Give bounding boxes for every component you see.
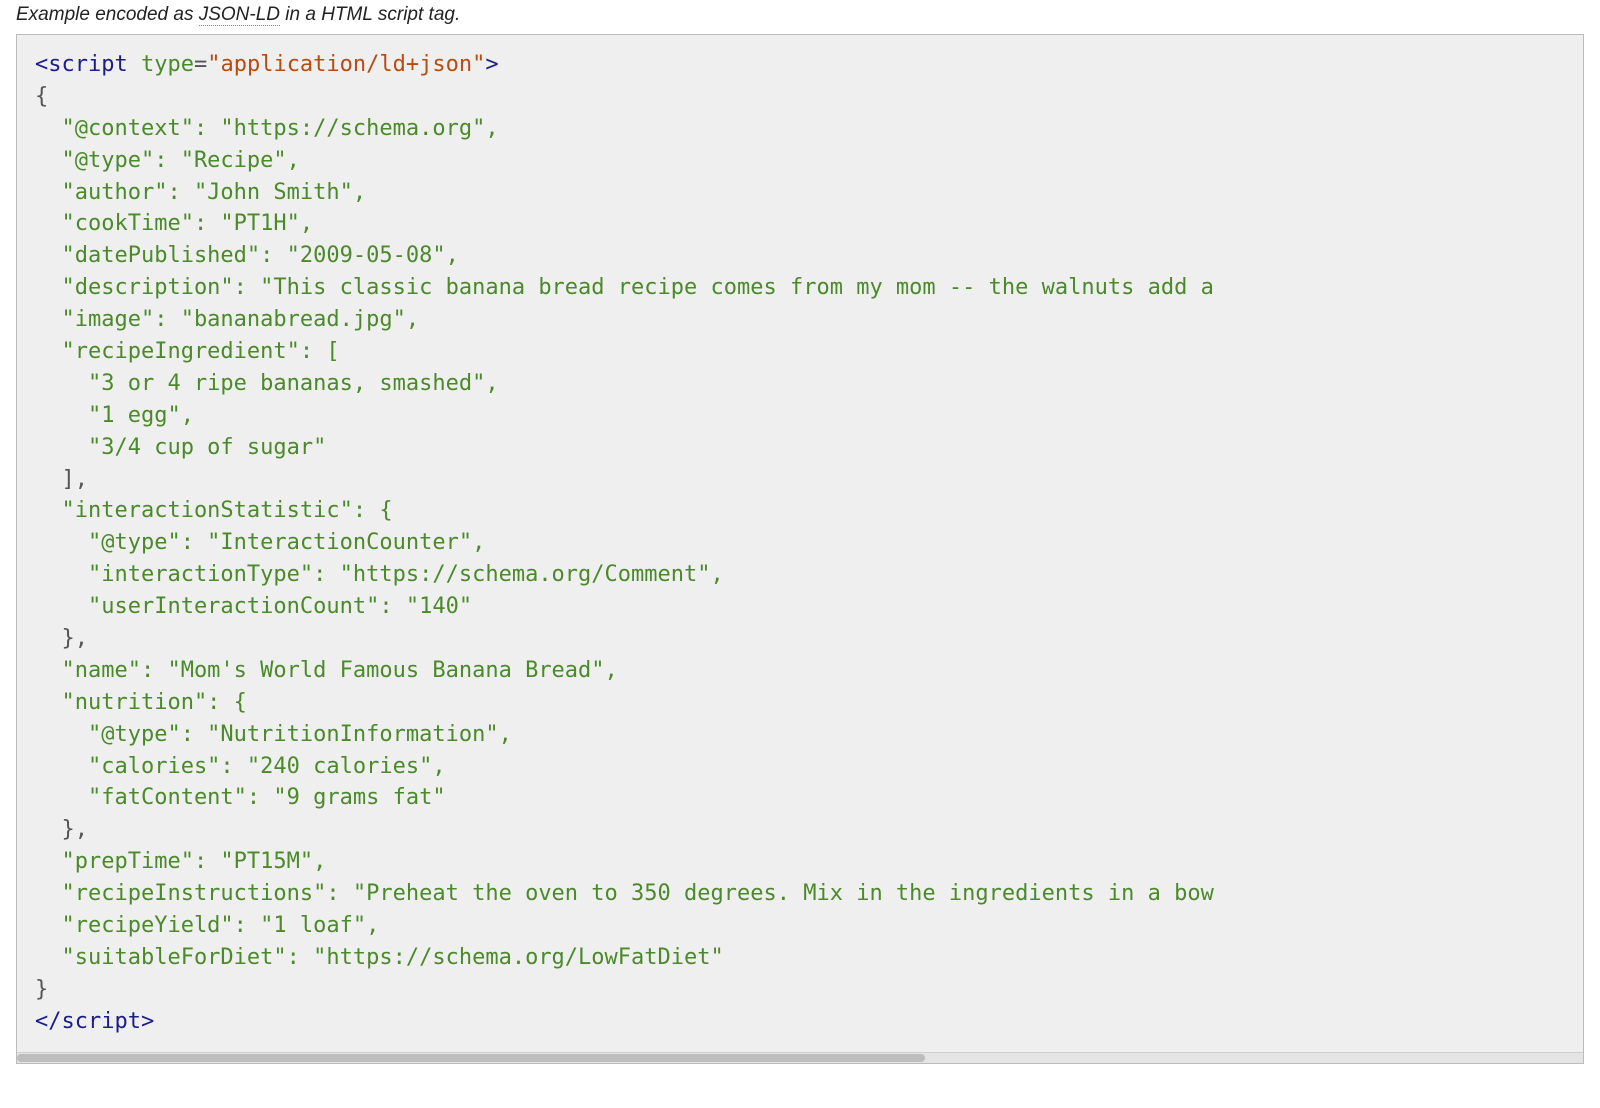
json-line: "interactionType": "https://schema.org/C…	[35, 562, 724, 587]
json-line: "recipeInstructions": "Preheat the oven …	[35, 881, 1214, 906]
json-line: },	[35, 626, 88, 651]
json-line: "datePublished": "2009-05-08",	[35, 243, 459, 268]
json-line: "calories": "240 calories",	[35, 754, 446, 779]
json-line: "@type": "InteractionCounter",	[35, 530, 485, 555]
json-line: },	[35, 817, 88, 842]
open-tag-attr-value: "application/ld+json"	[207, 52, 485, 77]
json-line: "userInteractionCount": "140"	[35, 594, 472, 619]
code-example-box: <script type="application/ld+json"> { "@…	[16, 34, 1584, 1064]
json-line: ],	[35, 467, 88, 492]
jsonld-abbr: JSON-LD	[199, 4, 280, 26]
json-line: "3/4 cup of sugar"	[35, 435, 326, 460]
json-line: "@type": "Recipe",	[35, 148, 300, 173]
json-line: "recipeIngredient": [	[35, 339, 340, 364]
caption-prefix: Example encoded as	[16, 4, 199, 25]
open-tag-attr-name: type	[141, 52, 194, 77]
close-tag-gt: >	[141, 1009, 154, 1034]
horizontal-scrollbar[interactable]	[17, 1052, 1583, 1063]
json-line: "image": "bananabread.jpg",	[35, 307, 419, 332]
json-line: "name": "Mom's World Famous Banana Bread…	[35, 658, 618, 683]
json-line: "3 or 4 ripe bananas, smashed",	[35, 371, 499, 396]
json-line: "author": "John Smith",	[35, 180, 366, 205]
json-line: "cookTime": "PT1H",	[35, 211, 313, 236]
open-tag-eq: =	[194, 52, 207, 77]
json-line: "interactionStatistic": {	[35, 498, 393, 523]
json-line: "suitableForDiet": "https://schema.org/L…	[35, 945, 724, 970]
json-line: "@context": "https://schema.org",	[35, 116, 499, 141]
open-tag-gt: >	[485, 52, 498, 77]
code-block: <script type="application/ld+json"> { "@…	[17, 35, 1583, 1052]
json-line: }	[35, 977, 48, 1002]
example-caption: Example encoded as JSON-LD in a HTML scr…	[0, 0, 1600, 34]
open-tag-name: script	[48, 52, 127, 77]
json-line: "description": "This classic banana brea…	[35, 275, 1227, 300]
json-line: "prepTime": "PT15M",	[35, 849, 326, 874]
close-tag-lt: </	[35, 1009, 62, 1034]
close-tag-name: script	[62, 1009, 141, 1034]
json-line: {	[35, 84, 48, 109]
json-line: "nutrition": {	[35, 690, 247, 715]
open-tag-lt: <	[35, 52, 48, 77]
json-line: "recipeYield": "1 loaf",	[35, 913, 379, 938]
json-line: "fatContent": "9 grams fat"	[35, 785, 446, 810]
caption-suffix: in a HTML script tag.	[280, 4, 460, 25]
horizontal-scrollbar-thumb[interactable]	[17, 1054, 925, 1062]
json-line: "1 egg",	[35, 403, 194, 428]
json-line: "@type": "NutritionInformation",	[35, 722, 512, 747]
